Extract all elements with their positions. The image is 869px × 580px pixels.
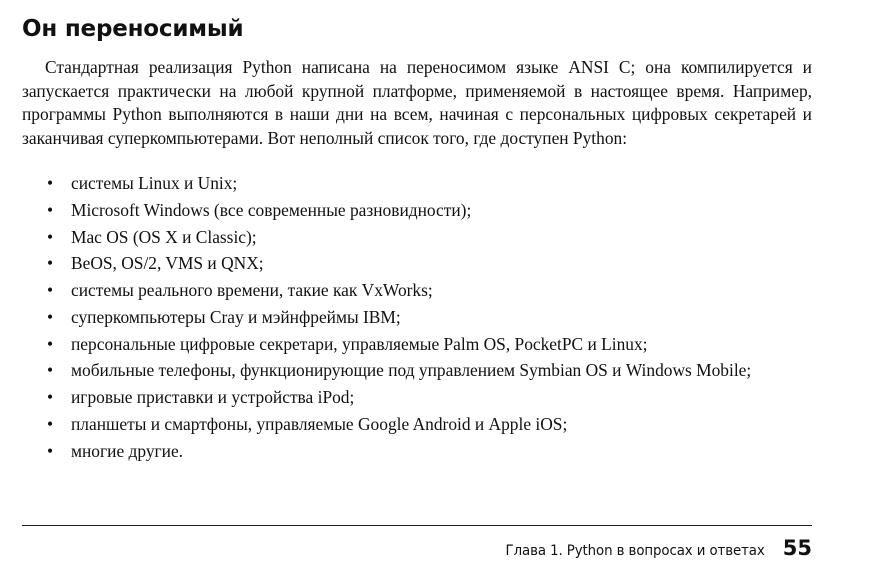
footer-divider — [22, 525, 812, 526]
page-footer: Глава 1. Python в вопросах и ответах 55 — [483, 536, 812, 560]
list-item-text: системы реального времени, такие как VxW… — [71, 280, 433, 301]
list-item-text: игровые приставки и устройства iPod; — [71, 387, 355, 408]
bullet-icon: • — [47, 306, 54, 327]
list-item-text: системы Linux и Unix; — [71, 173, 238, 193]
list-item-text: BeOS, OS/2, VMS и QNX; — [71, 253, 264, 274]
list-item: • Mac OS (OS X и Classic); — [22, 226, 812, 250]
list-item-text: Mac OS (OS X и Classic); — [71, 226, 257, 247]
running-footer-chapter: Глава 1. Python в вопросах и ответах — [505, 543, 765, 559]
list-item-text: мобильные телефоны, функционирующие под … — [71, 360, 752, 381]
list-item: • системы реального времени, такие как Vx… — [22, 279, 812, 303]
list-item: • многие другие. — [22, 440, 812, 464]
list-item-text: персональные цифровые секретари, управля… — [71, 333, 648, 354]
bullet-icon: • — [47, 440, 54, 461]
list-item: • BeOS, OS/2, VMS и QNX; — [22, 252, 812, 276]
bullet-icon: • — [47, 173, 54, 193]
list-item-text: многие другие. — [71, 440, 184, 461]
list-item: • планшеты и смартфоны, управляемые Googl… — [22, 413, 812, 437]
list-item: • Microsoft Windows (все современные разн… — [22, 199, 812, 223]
bullet-icon: • — [47, 226, 54, 247]
page-number: 55 — [782, 536, 812, 560]
list-item-text: суперкомпьютеры Cray и мэйнфреймы IBM; — [71, 306, 401, 327]
list-item: • мобильные телефоны, функционирующие под… — [22, 359, 812, 383]
bullet-icon: • — [47, 199, 54, 220]
bullet-icon: • — [47, 280, 54, 301]
intro-paragraph: Стандартная реализация Python написана н… — [22, 57, 812, 148]
section-title: Он переносимый — [22, 16, 244, 42]
bullet-icon: • — [47, 414, 54, 435]
list-item: • суперкомпьютеры Cray и мэйнфреймы IBM; — [22, 306, 812, 330]
list-item: • игровые приставки и устройства iPod; — [22, 386, 812, 410]
bullet-icon: • — [47, 333, 54, 354]
bullet-icon: • — [47, 387, 54, 408]
list-item-text: Microsoft Windows (все современные разно… — [71, 199, 472, 220]
platform-list: • системы Linux и Unix; • Microsoft Window… — [22, 172, 812, 467]
list-item: • системы Linux и Unix; — [22, 172, 812, 196]
book-page: Он переносимый Стандартная реализация Py… — [0, 0, 869, 580]
bullet-icon: • — [47, 360, 54, 381]
list-item: • персональные цифровые секретари, управл… — [22, 333, 812, 357]
bullet-icon: • — [47, 253, 54, 274]
list-item-text: планшеты и смартфоны, управляемые Google… — [71, 414, 568, 435]
